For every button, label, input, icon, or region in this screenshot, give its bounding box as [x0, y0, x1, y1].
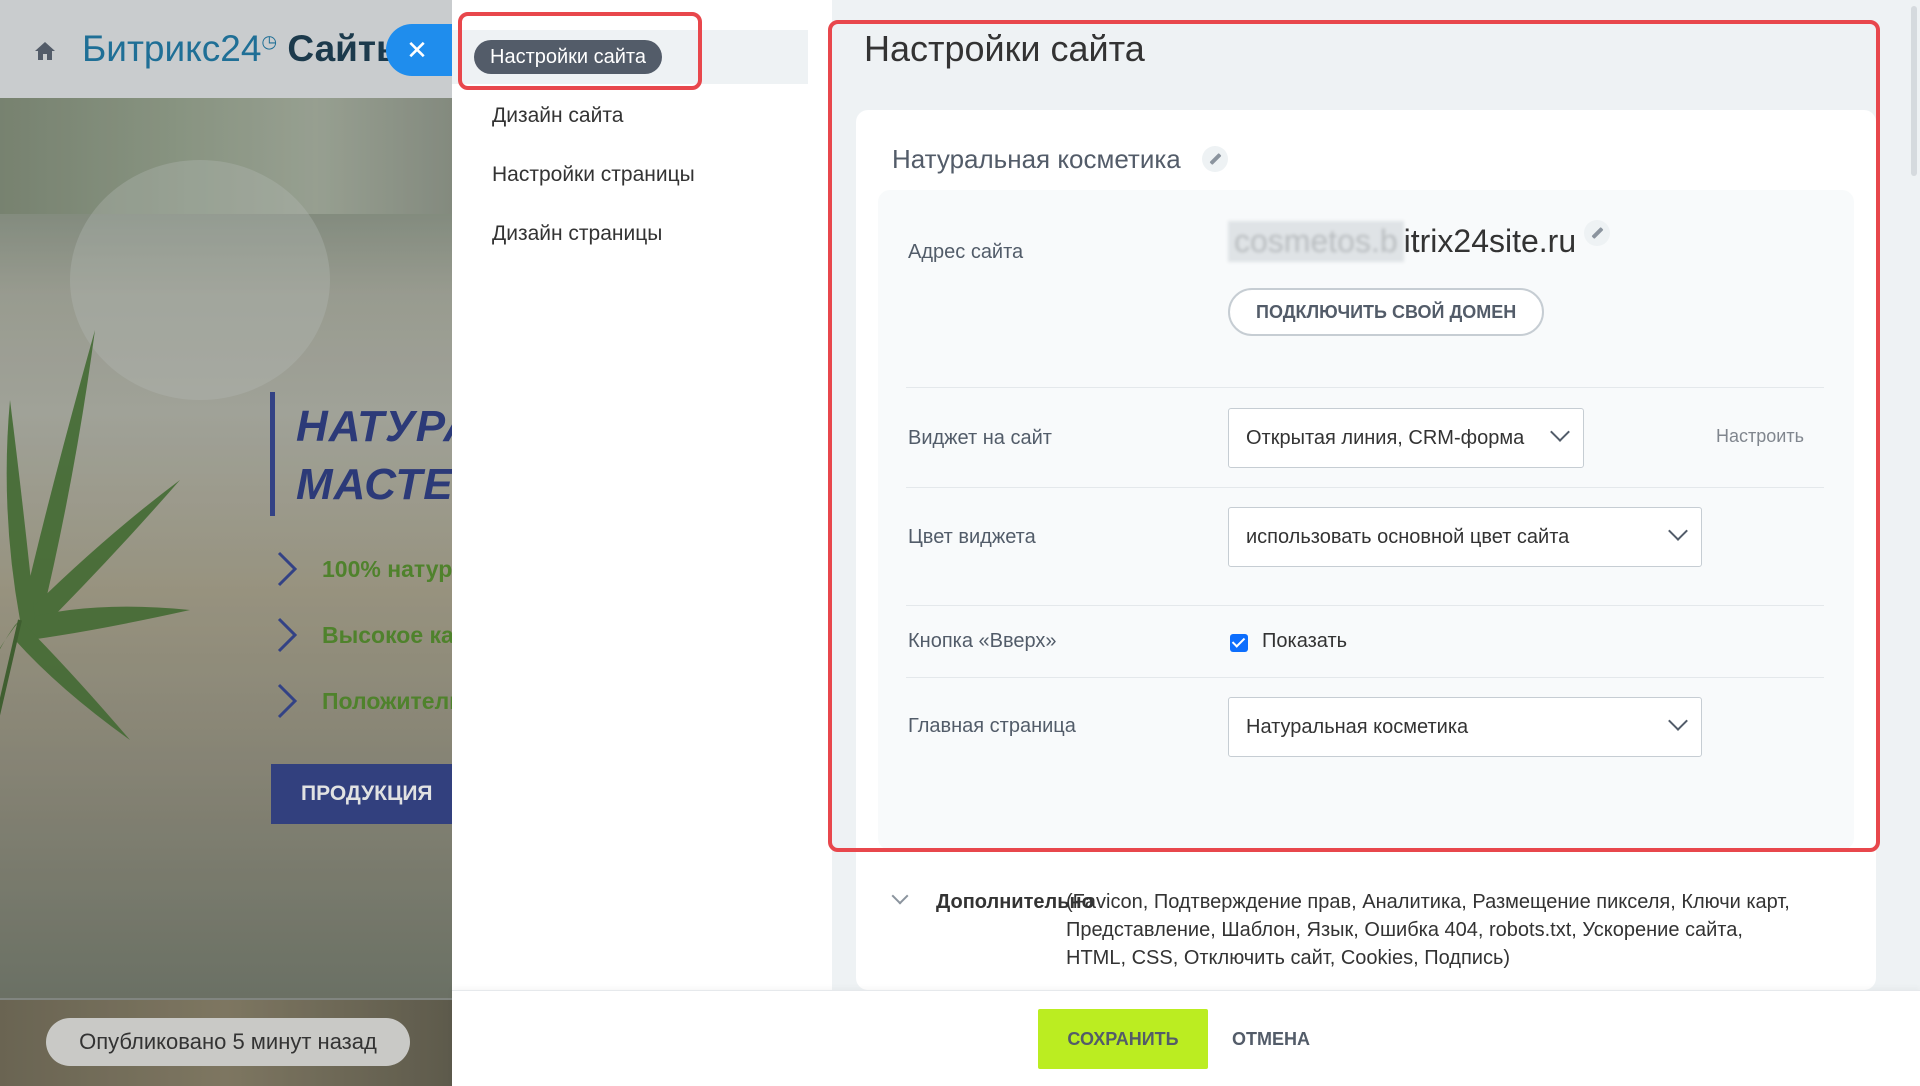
- widget-label: Виджет на сайт: [908, 427, 1052, 449]
- widget-select-value: Открытая линия, CRM-форма: [1246, 427, 1525, 449]
- additional-link[interactable]: Шаблон: [1221, 919, 1295, 941]
- widget-color-select[interactable]: использовать основной цвет сайта: [1228, 507, 1702, 567]
- additional-link[interactable]: Представление: [1066, 919, 1210, 941]
- sidebar-item-page-settings[interactable]: Настройки страницы: [492, 163, 695, 187]
- page-title: Настройки сайта: [864, 28, 1145, 69]
- settings-form: Адрес сайта cosmetos.b itrix24site.ru ПОД…: [878, 190, 1854, 850]
- scrollbar[interactable]: [1908, 0, 1920, 990]
- site-settings-card: Натуральная косметика Адрес сайта cosmet…: [856, 110, 1876, 990]
- additional-link[interactable]: Отключить сайт: [1184, 947, 1330, 969]
- additional-link[interactable]: CSS: [1132, 947, 1173, 969]
- scrollbar-thumb[interactable]: [1911, 6, 1917, 176]
- brand-name: Битрикс24: [82, 28, 262, 69]
- divider: [906, 387, 1824, 388]
- divider: [906, 677, 1824, 678]
- additional-link[interactable]: Cookies: [1341, 947, 1413, 969]
- preview-overlay: [0, 98, 452, 1086]
- settings-slider: Настройки сайта Дизайн сайта Настройки с…: [452, 0, 1920, 1086]
- edit-pencil-icon[interactable]: [1202, 146, 1228, 172]
- configure-widget-link[interactable]: Настроить: [1716, 426, 1804, 447]
- additional-link[interactable]: Аналитика: [1362, 891, 1461, 913]
- divider: [906, 605, 1824, 606]
- additional-link[interactable]: Подтверждение прав: [1154, 891, 1351, 913]
- preview-top-bar: Битрикс24◷ Сайты: [0, 0, 452, 98]
- divider: [906, 487, 1824, 488]
- settings-content: Настройки сайта Натуральная косметика Ад…: [828, 0, 1920, 990]
- additional-link[interactable]: Язык: [1307, 919, 1354, 941]
- show-up-button-label[interactable]: Показать: [1262, 630, 1347, 653]
- additional-links: (Favicon, Подтверждение прав, Аналитика,…: [1066, 891, 1790, 969]
- close-slider-button[interactable]: ✕: [386, 24, 456, 76]
- widget-color-label: Цвет виджета: [908, 526, 1036, 548]
- additional-link[interactable]: robots.txt: [1489, 919, 1571, 941]
- site-preview: НАТУРАЛ МАСТЕР 100% натура Высокое кач П…: [0, 0, 452, 1086]
- additional-link[interactable]: Ускорение сайта: [1582, 919, 1737, 941]
- home-page-value: Натуральная косметика: [1246, 716, 1469, 738]
- additional-link[interactable]: Ключи карт: [1681, 891, 1784, 913]
- edit-pencil-icon[interactable]: [1584, 220, 1611, 246]
- chevron-down-icon[interactable]: [891, 887, 909, 905]
- blurred-subdomain: cosmetos.b: [1228, 221, 1404, 262]
- additional-link[interactable]: Ошибка 404: [1364, 919, 1477, 941]
- additional-link[interactable]: Подпись: [1424, 947, 1503, 969]
- paren: (: [1066, 891, 1073, 913]
- site-address: cosmetos.b itrix24site.ru: [1228, 220, 1611, 262]
- published-status-badge: Опубликовано 5 минут назад: [46, 1018, 410, 1066]
- clock-icon: ◷: [261, 31, 278, 52]
- paren: ): [1503, 947, 1511, 969]
- site-name-title: Натуральная косметика: [892, 144, 1228, 175]
- widget-color-value: использовать основной цвет сайта: [1246, 526, 1570, 548]
- sidebar-item-site-settings[interactable]: Настройки сайта: [474, 40, 662, 74]
- brand-logo: Битрикс24◷ Сайты: [82, 28, 408, 70]
- home-page-select[interactable]: Натуральная косметика: [1228, 697, 1702, 757]
- home-icon[interactable]: [34, 40, 56, 62]
- additional-link[interactable]: Размещение пикселя: [1472, 891, 1670, 913]
- chevron-down-icon: [1668, 711, 1688, 731]
- additional-link[interactable]: Favicon: [1073, 891, 1143, 913]
- up-button-label: Кнопка «Вверх»: [908, 630, 1057, 652]
- site-domain: itrix24site.ru: [1403, 223, 1577, 259]
- additional-link[interactable]: HTML: [1066, 947, 1120, 969]
- sidebar-item-site-design[interactable]: Дизайн сайта: [492, 104, 623, 128]
- save-button[interactable]: СОХРАНИТЬ: [1038, 1009, 1208, 1069]
- address-label: Адрес сайта: [908, 241, 1024, 263]
- chevron-down-icon: [1668, 521, 1688, 541]
- cancel-button[interactable]: ОТМЕНА: [1232, 1009, 1310, 1069]
- chevron-down-icon: [1550, 422, 1570, 442]
- show-up-button-checkbox[interactable]: [1230, 634, 1248, 652]
- footer-bar: СОХРАНИТЬ ОТМЕНА: [452, 990, 1920, 1086]
- site-name-text: Натуральная косметика: [892, 144, 1181, 174]
- settings-sidebar: Настройки сайта Дизайн сайта Настройки с…: [452, 0, 832, 990]
- home-page-label: Главная страница: [908, 715, 1076, 737]
- widget-select[interactable]: Открытая линия, CRM-форма: [1228, 408, 1584, 468]
- connect-domain-button[interactable]: ПОДКЛЮЧИТЬ СВОЙ ДОМЕН: [1228, 288, 1545, 336]
- sidebar-item-page-design[interactable]: Дизайн страницы: [492, 222, 662, 246]
